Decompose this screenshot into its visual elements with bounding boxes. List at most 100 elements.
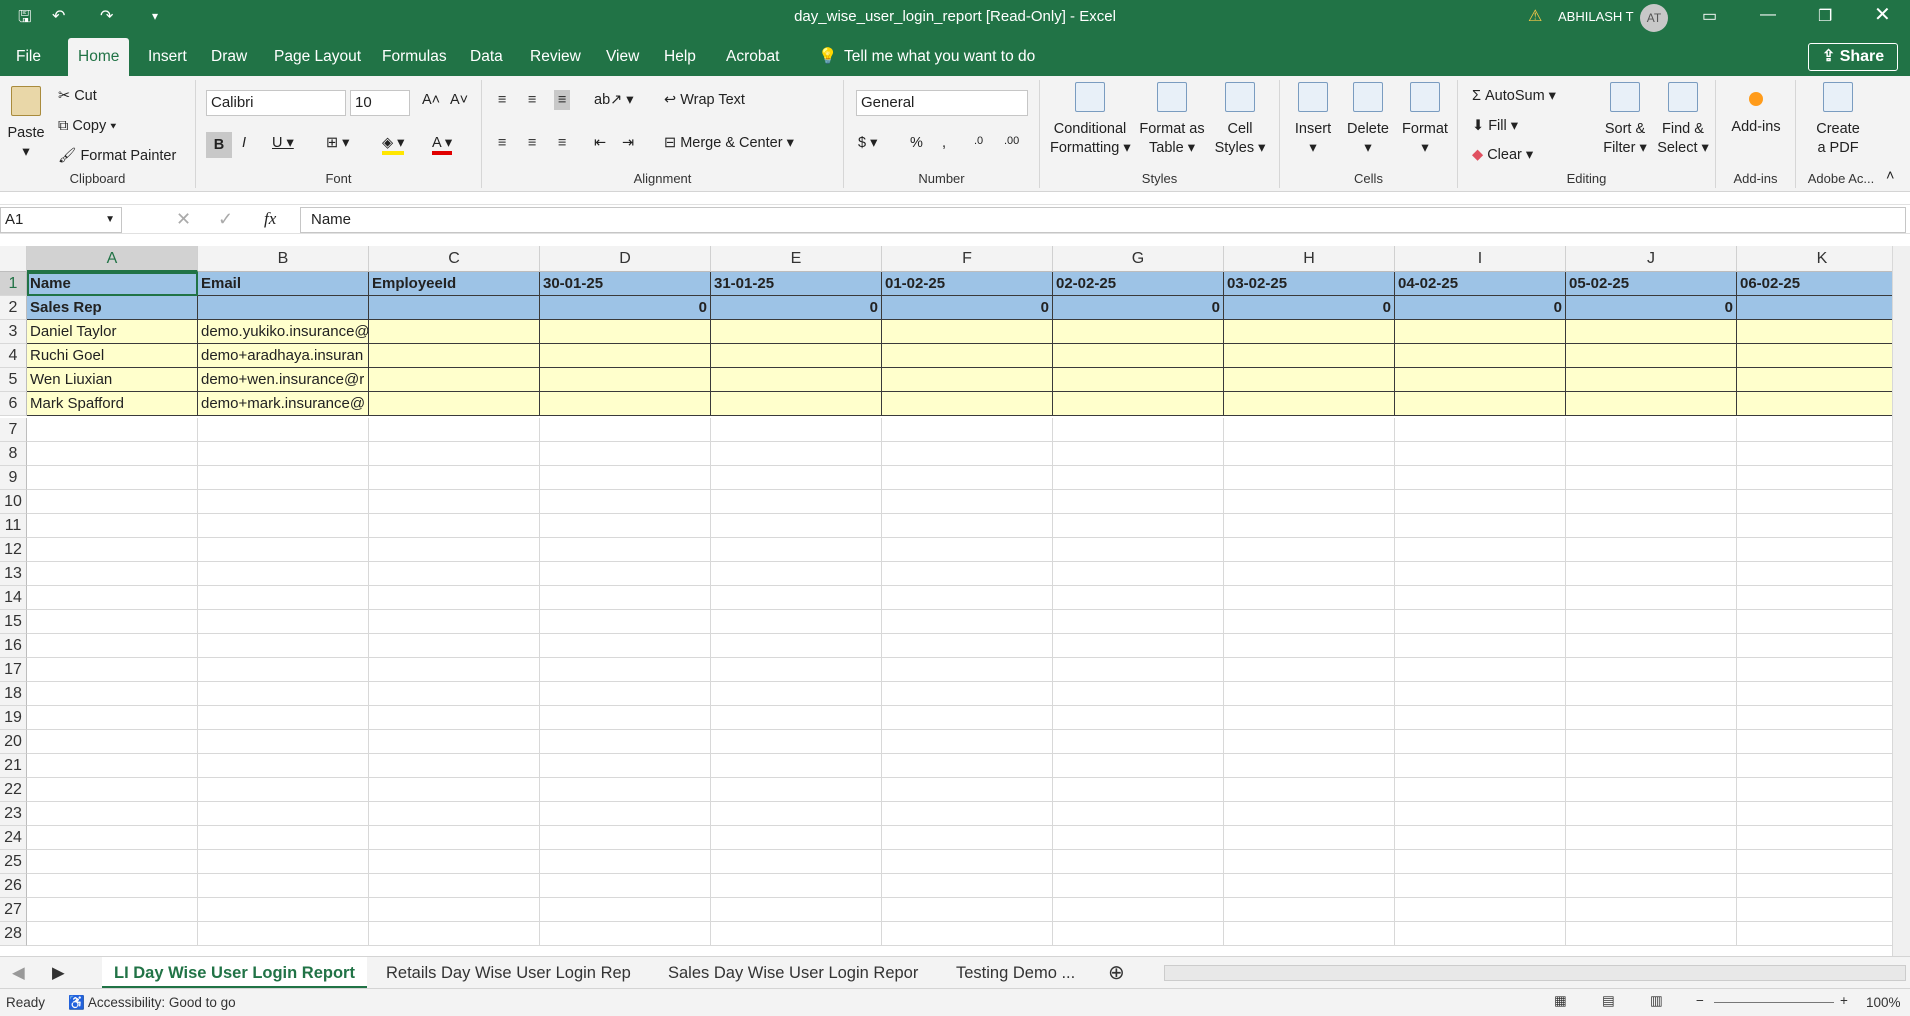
cell-i24[interactable] — [1395, 826, 1566, 850]
cell-h3[interactable] — [1224, 320, 1395, 344]
row-header-19[interactable]: 19 — [0, 706, 27, 730]
cell-e28[interactable] — [711, 922, 882, 946]
insert-cells-button[interactable]: Insert ▾ — [1288, 82, 1338, 158]
cell-g28[interactable] — [1053, 922, 1224, 946]
row-header-18[interactable]: 18 — [0, 682, 27, 706]
cell-k10[interactable] — [1737, 490, 1892, 514]
cell-f3[interactable] — [882, 320, 1053, 344]
cell-i26[interactable] — [1395, 874, 1566, 898]
cell-a7[interactable] — [27, 418, 198, 442]
cell-e12[interactable] — [711, 538, 882, 562]
sheet-tab-sales[interactable]: Sales Day Wise User Login Repor — [656, 957, 930, 989]
cell-g3[interactable] — [1053, 320, 1224, 344]
cell-f4[interactable] — [882, 344, 1053, 368]
cell-a17[interactable] — [27, 658, 198, 682]
cell-g24[interactable] — [1053, 826, 1224, 850]
cell-d9[interactable] — [540, 466, 711, 490]
cell-i15[interactable] — [1395, 610, 1566, 634]
row-header-5[interactable]: 5 — [0, 368, 27, 392]
cell-j8[interactable] — [1566, 442, 1737, 466]
cell-k15[interactable] — [1737, 610, 1892, 634]
cell-d11[interactable] — [540, 514, 711, 538]
cell-h15[interactable] — [1224, 610, 1395, 634]
cell-j20[interactable] — [1566, 730, 1737, 754]
tell-me-search[interactable]: Tell me what you want to do — [834, 34, 1045, 76]
find-select-button[interactable]: Find & Select ▾ — [1654, 82, 1712, 158]
cell-g8[interactable] — [1053, 442, 1224, 466]
cell-b21[interactable] — [198, 754, 369, 778]
cell-g9[interactable] — [1053, 466, 1224, 490]
add-sheet-icon[interactable]: ⊕ — [1096, 957, 1137, 989]
addins-button[interactable]: Add-ins — [1726, 82, 1786, 137]
cell-d8[interactable] — [540, 442, 711, 466]
cell-i11[interactable] — [1395, 514, 1566, 538]
cell-b27[interactable] — [198, 898, 369, 922]
cell-k27[interactable] — [1737, 898, 1892, 922]
cell-k9[interactable] — [1737, 466, 1892, 490]
align-top-icon[interactable]: ≡ — [498, 92, 506, 108]
cell-k23[interactable] — [1737, 802, 1892, 826]
cell-d23[interactable] — [540, 802, 711, 826]
cell-f13[interactable] — [882, 562, 1053, 586]
cell-d26[interactable] — [540, 874, 711, 898]
cell-a25[interactable] — [27, 850, 198, 874]
paste-button[interactable]: Paste ▾ — [6, 86, 46, 162]
cell-g6[interactable] — [1053, 392, 1224, 416]
decrease-decimal-icon[interactable]: .00 — [1004, 135, 1019, 147]
collapse-ribbon-icon[interactable]: ˄ — [1886, 168, 1894, 184]
cell-f10[interactable] — [882, 490, 1053, 514]
cell-g22[interactable] — [1053, 778, 1224, 802]
cell-b4[interactable]: demo+aradhaya.insuran — [198, 344, 369, 368]
cell-f19[interactable] — [882, 706, 1053, 730]
cell-c18[interactable] — [369, 682, 540, 706]
cell-j12[interactable] — [1566, 538, 1737, 562]
align-bottom-icon[interactable]: ≡ — [554, 90, 571, 110]
row-header-10[interactable]: 10 — [0, 490, 27, 514]
cell-g23[interactable] — [1053, 802, 1224, 826]
cell-g12[interactable] — [1053, 538, 1224, 562]
row-header-26[interactable]: 26 — [0, 874, 27, 898]
cell-f14[interactable] — [882, 586, 1053, 610]
tab-formulas[interactable]: Formulas — [372, 34, 457, 76]
cell-c24[interactable] — [369, 826, 540, 850]
normal-view-icon[interactable]: ▦ — [1554, 993, 1567, 1009]
cell-h4[interactable] — [1224, 344, 1395, 368]
cell-k14[interactable] — [1737, 586, 1892, 610]
tab-draw[interactable]: Draw — [201, 34, 257, 76]
cell-f16[interactable] — [882, 634, 1053, 658]
cell-d18[interactable] — [540, 682, 711, 706]
cell-e15[interactable] — [711, 610, 882, 634]
cell-e14[interactable] — [711, 586, 882, 610]
cell-f8[interactable] — [882, 442, 1053, 466]
row-header-28[interactable]: 28 — [0, 922, 27, 946]
cell-j25[interactable] — [1566, 850, 1737, 874]
minimize-icon[interactable]: — — [1760, 6, 1776, 24]
cell-c8[interactable] — [369, 442, 540, 466]
cell-i18[interactable] — [1395, 682, 1566, 706]
cell-b10[interactable] — [198, 490, 369, 514]
cell-d20[interactable] — [540, 730, 711, 754]
cell-c10[interactable] — [369, 490, 540, 514]
cell-f28[interactable] — [882, 922, 1053, 946]
share-button[interactable]: ⇪ Share — [1808, 43, 1898, 71]
cell-h20[interactable] — [1224, 730, 1395, 754]
cell-g17[interactable] — [1053, 658, 1224, 682]
cell-h10[interactable] — [1224, 490, 1395, 514]
cell-k7[interactable] — [1737, 418, 1892, 442]
cell-c7[interactable] — [369, 418, 540, 442]
row-header-7[interactable]: 7 — [0, 418, 27, 442]
header-cell-i[interactable]: 04-02-25 — [1395, 272, 1566, 296]
cell-e13[interactable] — [711, 562, 882, 586]
cell-j2[interactable]: 0 — [1566, 296, 1737, 320]
cell-j21[interactable] — [1566, 754, 1737, 778]
cell-e3[interactable] — [711, 320, 882, 344]
cell-e17[interactable] — [711, 658, 882, 682]
sheet-tab-testing[interactable]: Testing Demo ... — [944, 957, 1087, 989]
cell-d22[interactable] — [540, 778, 711, 802]
row-header-25[interactable]: 25 — [0, 850, 27, 874]
cell-f15[interactable] — [882, 610, 1053, 634]
cell-b15[interactable] — [198, 610, 369, 634]
cell-b8[interactable] — [198, 442, 369, 466]
cell-a6[interactable]: Mark Spafford — [27, 392, 198, 416]
cell-i12[interactable] — [1395, 538, 1566, 562]
